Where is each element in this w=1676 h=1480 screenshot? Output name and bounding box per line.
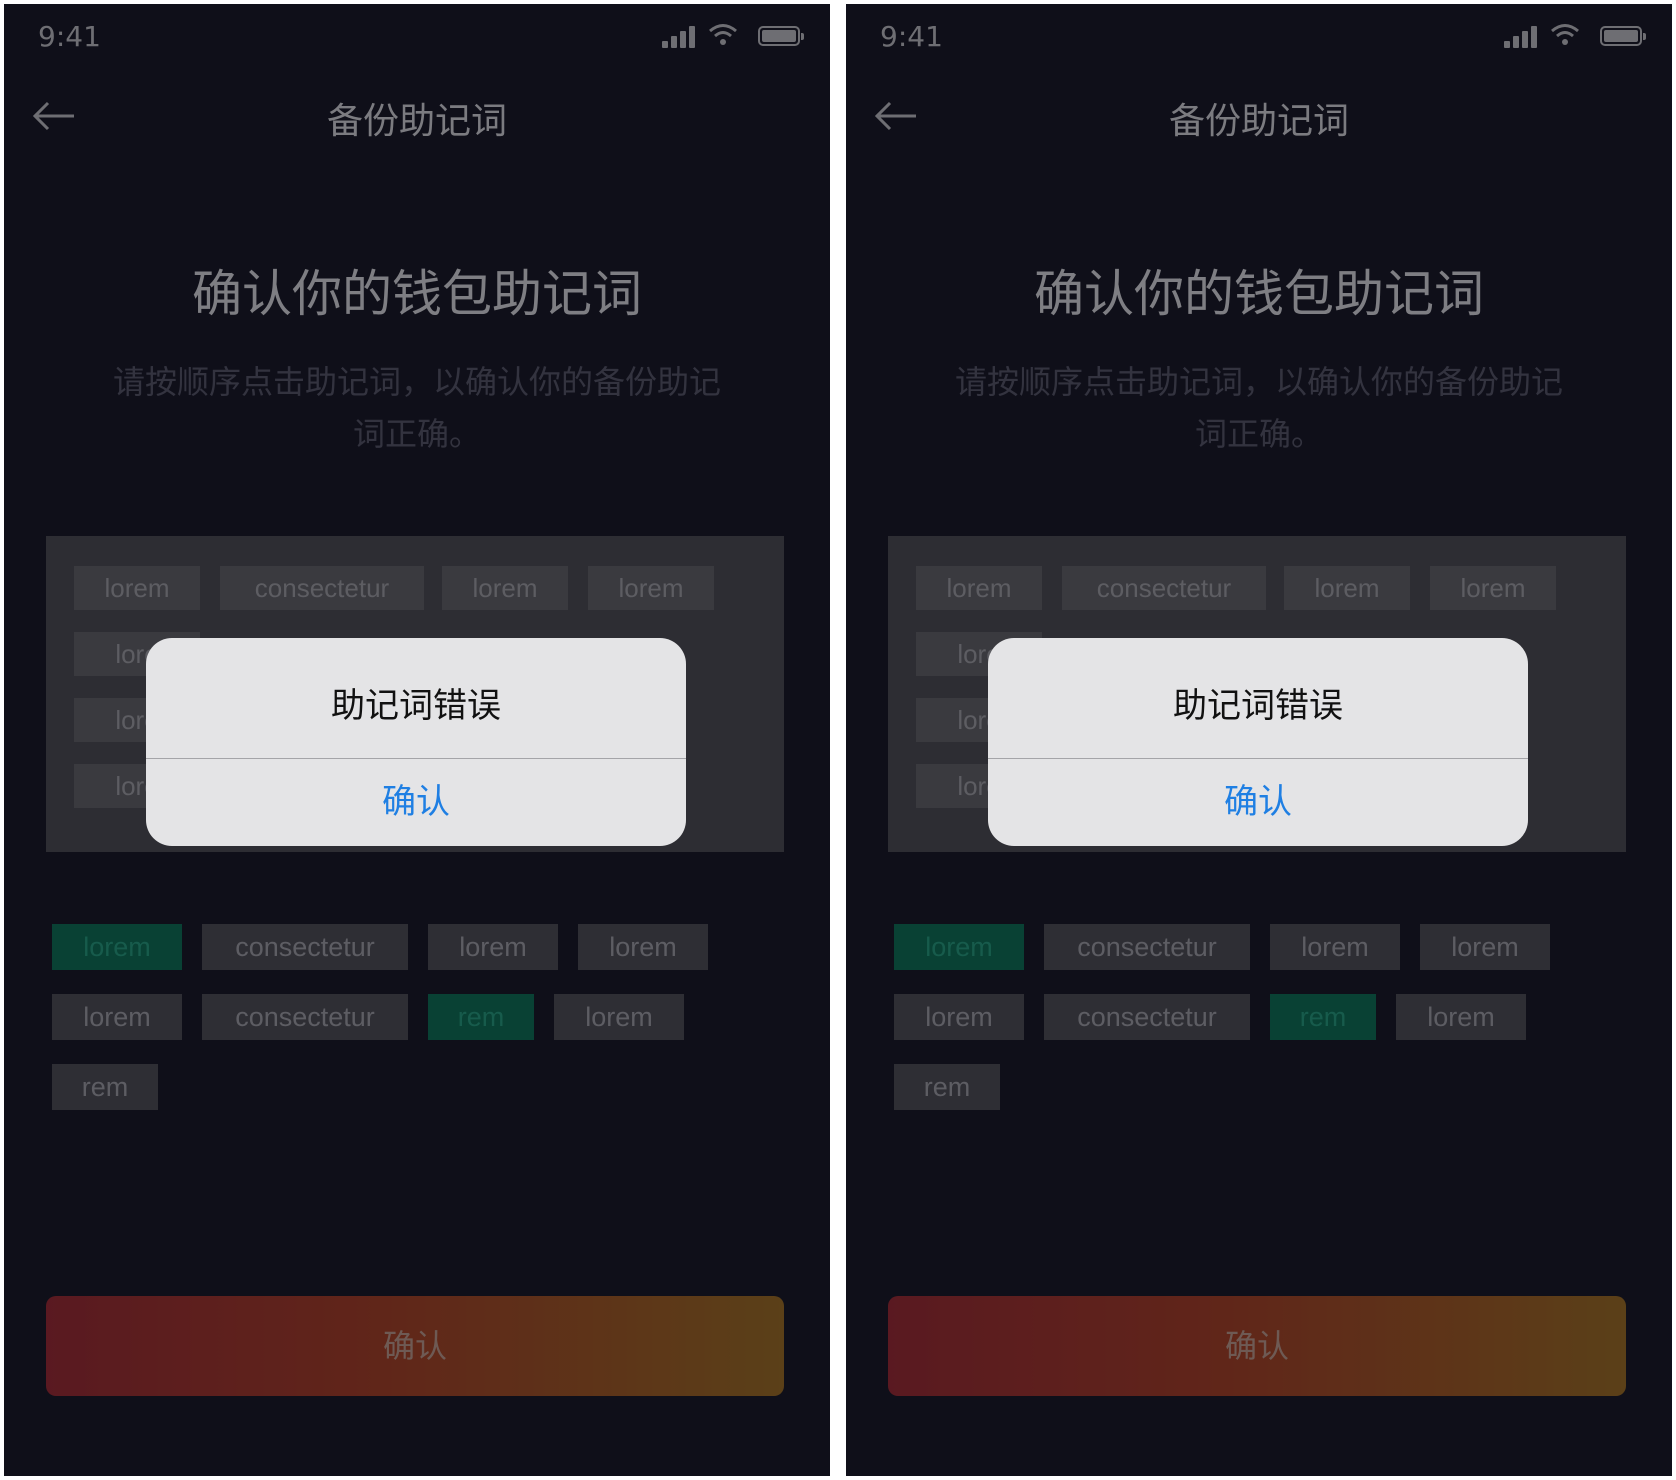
phone-screen-left: 9:41 备份助记词 确认你的钱包助记词 请按顺序点击助记词，以确认你的备份助记… [4, 4, 830, 1476]
alert-dialog: 助记词错误 确认 [146, 638, 686, 846]
alert-confirm-button[interactable]: 确认 [988, 759, 1528, 846]
alert-title: 助记词错误 [331, 686, 501, 726]
alert-dialog: 助记词错误 确认 [988, 638, 1528, 846]
alert-confirm-button[interactable]: 确认 [146, 759, 686, 846]
phone-screen-right: 9:41 备份助记词 确认你的钱包助记词 请按顺序点击助记词，以确认你的备份助记… [846, 4, 1672, 1476]
alert-title: 助记词错误 [1173, 686, 1343, 726]
